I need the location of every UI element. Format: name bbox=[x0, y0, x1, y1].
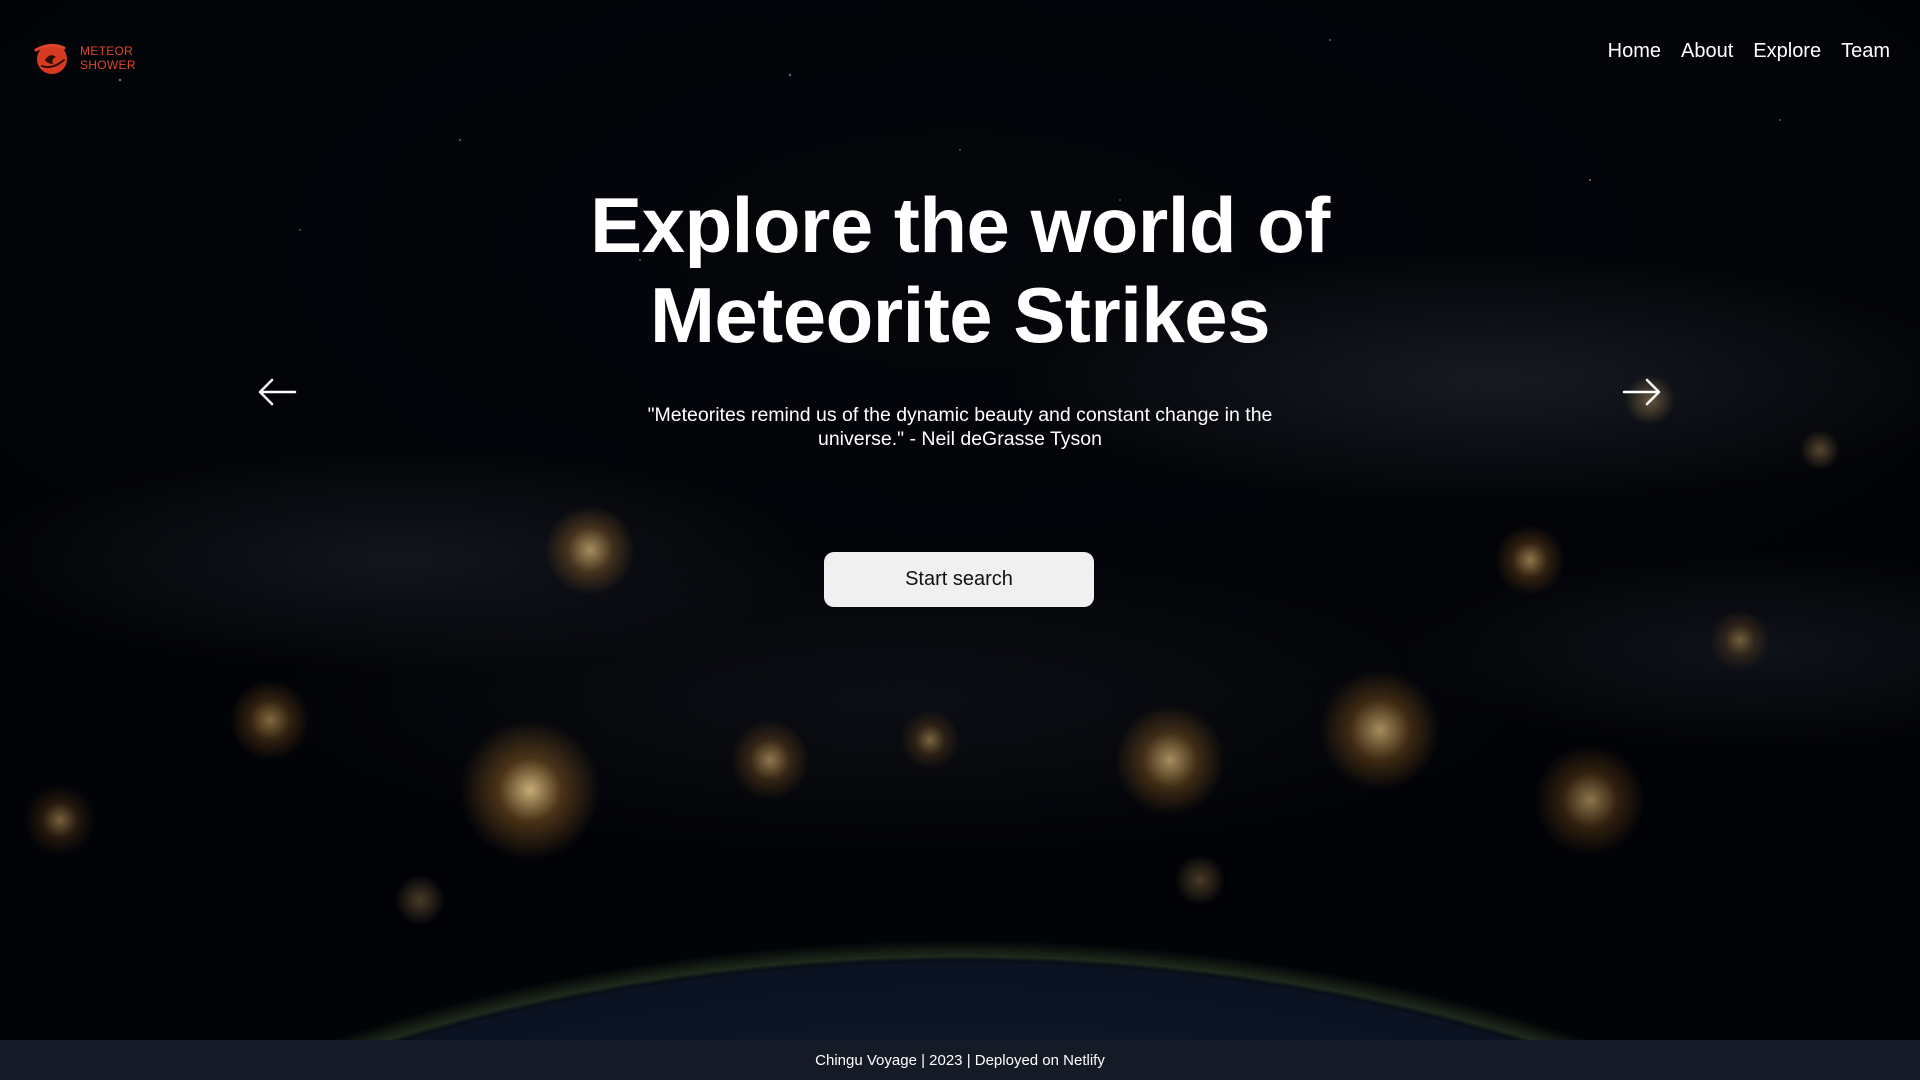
nav-item-team[interactable]: Team bbox=[1841, 38, 1890, 64]
arrow-left-icon bbox=[258, 378, 297, 406]
brand-line-2: SHOWER bbox=[80, 58, 136, 72]
hero-quote: "Meteorites remind us of the dynamic bea… bbox=[647, 404, 1273, 450]
site-footer: Chingu Voyage | 2023 | Deployed on Netli… bbox=[0, 1040, 1920, 1080]
brand-name: METEOR SHOWER bbox=[80, 44, 136, 72]
start-search-button[interactable]: Start search bbox=[824, 552, 1094, 607]
footer-text: Chingu Voyage | 2023 | Deployed on Netli… bbox=[815, 1051, 1105, 1069]
hero-title: Explore the world of Meteorite Strikes bbox=[460, 180, 1460, 360]
main-nav: Home About Explore Team bbox=[1608, 38, 1890, 64]
meteor-logo-icon bbox=[34, 43, 67, 74]
hero-title-line-2: Meteorite Strikes bbox=[649, 271, 1271, 359]
nav-item-home[interactable]: Home bbox=[1608, 38, 1661, 64]
nav-item-explore[interactable]: Explore bbox=[1753, 38, 1821, 64]
carousel-prev-button[interactable] bbox=[255, 374, 299, 410]
background-overlay bbox=[0, 0, 1920, 1040]
carousel-next-button[interactable] bbox=[1620, 374, 1664, 410]
brand-line-1: METEOR bbox=[80, 44, 134, 58]
brand-logo[interactable]: METEOR SHOWER bbox=[30, 38, 136, 78]
arrow-right-icon bbox=[1622, 378, 1661, 406]
hero-title-line-1: Explore the world of bbox=[590, 181, 1330, 269]
nav-item-about[interactable]: About bbox=[1681, 38, 1733, 64]
landing-page: METEOR SHOWER Home About Explore Team Ex… bbox=[0, 0, 1920, 1080]
